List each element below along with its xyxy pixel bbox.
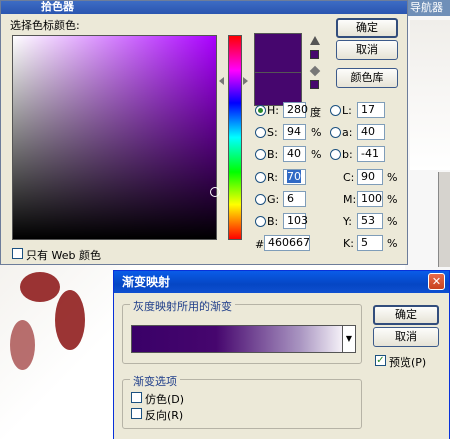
black-label: K: — [343, 237, 354, 250]
blue-input[interactable]: 103 — [283, 213, 308, 229]
red-value: 70 — [287, 170, 301, 183]
lab-b-radio[interactable] — [330, 149, 341, 160]
photo-hair — [10, 320, 35, 370]
saturation-unit: % — [311, 126, 322, 139]
web-only-checkbox[interactable] — [12, 248, 23, 259]
reverse-checkbox[interactable] — [131, 408, 142, 419]
saturation-input[interactable]: 94 — [283, 124, 306, 140]
gradient-map-titlebar[interactable]: 渐变映射 ✕ — [114, 271, 449, 293]
red-radio[interactable] — [255, 172, 266, 183]
dither-checkbox[interactable] — [131, 392, 142, 403]
hue-slider[interactable] — [228, 35, 242, 240]
lab-a-label: a: — [342, 126, 353, 139]
hue-radio[interactable] — [255, 105, 266, 116]
select-color-label: 选择色标颜色: — [10, 19, 80, 32]
web-safe-swatch[interactable] — [310, 80, 319, 89]
color-marker[interactable] — [210, 187, 220, 197]
lab-l-label: L: — [342, 104, 352, 117]
dither-label: 仿色(D) — [145, 393, 185, 406]
gradient-map-title: 渐变映射 — [122, 275, 171, 289]
lab-l-radio[interactable] — [330, 105, 341, 116]
navigator-title: 导航器 — [408, 0, 450, 16]
photo-hair — [55, 290, 85, 350]
web-only-label: 只有 Web 颜色 — [26, 249, 101, 262]
saturation-label: S: — [267, 126, 278, 139]
gradient-dropdown-arrow[interactable]: ▼ — [343, 325, 356, 353]
navigator-thumbnail — [410, 20, 450, 170]
lab-a-input[interactable]: 40 — [357, 124, 385, 140]
saturation-radio[interactable] — [255, 127, 266, 138]
magenta-label: M: — [343, 193, 357, 206]
reverse-label: 反向(R) — [145, 409, 184, 422]
blue-label: B: — [267, 215, 279, 228]
gradient-options-label: 渐变选项 — [130, 373, 180, 389]
yellow-input[interactable]: 53 — [357, 213, 383, 229]
preview-checkbox[interactable]: ✓ — [375, 355, 386, 366]
gradient-cancel-button[interactable]: 取消 — [373, 327, 439, 347]
preview-label: 预览(P) — [389, 356, 427, 369]
lab-b-label: b: — [342, 148, 353, 161]
magenta-input[interactable]: 100 — [357, 191, 383, 207]
lab-a-radio[interactable] — [330, 127, 341, 138]
blue-radio[interactable] — [255, 216, 266, 227]
black-unit: % — [387, 237, 398, 250]
cancel-button[interactable]: 取消 — [336, 40, 398, 60]
color-picker-title: 拾色器 — [1, 1, 407, 14]
hue-input[interactable]: 280 — [283, 102, 308, 118]
ok-button[interactable]: 确定 — [336, 18, 398, 38]
brightness-radio[interactable] — [255, 149, 266, 160]
close-icon[interactable]: ✕ — [428, 273, 445, 290]
gradient-group-label: 灰度映射所用的渐变 — [130, 298, 235, 314]
hex-input[interactable]: 460667 — [264, 235, 310, 251]
lab-b-input[interactable]: -41 — [357, 146, 385, 162]
cyan-input[interactable]: 90 — [357, 169, 383, 185]
black-input[interactable]: 5 — [357, 235, 383, 251]
green-label: G: — [267, 193, 280, 206]
background-photo — [0, 260, 130, 439]
hue-slider-left-arrow[interactable] — [219, 77, 224, 85]
yellow-label: Y: — [343, 215, 352, 228]
hex-hash-label: # — [255, 238, 265, 251]
gradient-ok-button[interactable]: 确定 — [373, 305, 439, 325]
green-input[interactable]: 6 — [283, 191, 306, 207]
yellow-unit: % — [387, 215, 398, 228]
hue-unit: 度 — [310, 106, 321, 119]
brightness-unit: % — [311, 148, 322, 161]
panel-scrollbar[interactable] — [438, 172, 450, 267]
red-input[interactable]: 70 — [283, 169, 306, 185]
gradient-preview-bar[interactable] — [131, 325, 343, 353]
cyan-unit: % — [387, 171, 398, 184]
color-libraries-button[interactable]: 颜色库 — [336, 68, 398, 88]
red-label: R: — [267, 171, 279, 184]
cyan-label: C: — [343, 171, 355, 184]
hue-slider-right-arrow[interactable] — [243, 77, 248, 85]
green-radio[interactable] — [255, 194, 266, 205]
gamut-warning-icon[interactable] — [310, 36, 320, 45]
magenta-unit: % — [387, 193, 398, 206]
brightness-label: B: — [267, 148, 279, 161]
saturation-brightness-field[interactable] — [12, 35, 220, 240]
brightness-input[interactable]: 40 — [283, 146, 306, 162]
photo-hair — [20, 272, 60, 302]
gamut-warning-swatch[interactable] — [310, 50, 319, 59]
new-color-swatch — [254, 33, 302, 73]
lab-l-input[interactable]: 17 — [357, 102, 385, 118]
hue-label: H: — [267, 104, 279, 117]
